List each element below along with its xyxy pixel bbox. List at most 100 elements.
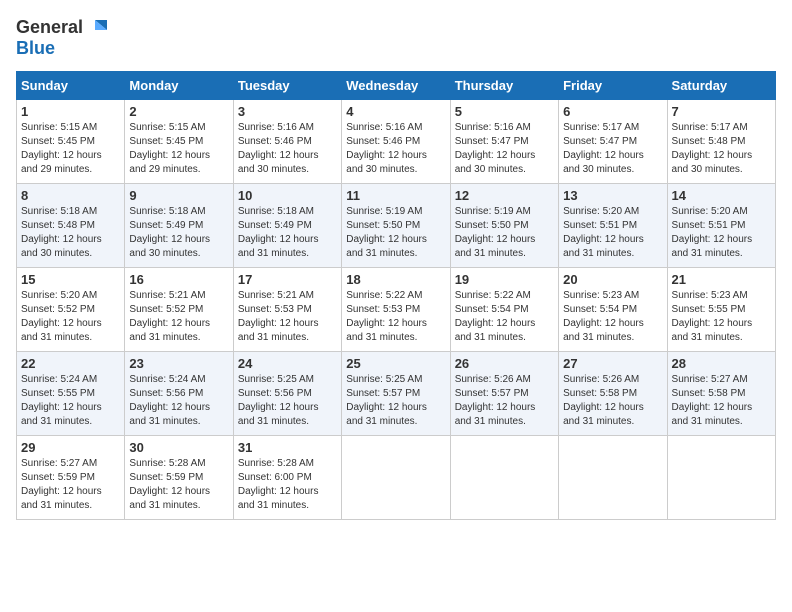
calendar-cell: 24Sunrise: 5:25 AMSunset: 5:56 PMDayligh… [233, 352, 341, 436]
sunset-text: Sunset: 5:45 PM [21, 135, 120, 149]
sunset-text: Sunset: 5:55 PM [672, 303, 771, 317]
cell-text: Sunrise: 5:24 AMSunset: 5:56 PMDaylight:… [129, 373, 228, 429]
sunrise-text: Sunrise: 5:19 AM [346, 205, 445, 219]
cell-text: Sunrise: 5:26 AMSunset: 5:58 PMDaylight:… [563, 373, 662, 429]
sunrise-text: Sunrise: 5:23 AM [563, 289, 662, 303]
day-number: 6 [563, 104, 662, 119]
daylight-text: Daylight: 12 hours and 31 minutes. [238, 233, 337, 261]
calendar-cell: 9Sunrise: 5:18 AMSunset: 5:49 PMDaylight… [125, 184, 233, 268]
calendar-cell: 27Sunrise: 5:26 AMSunset: 5:58 PMDayligh… [559, 352, 667, 436]
sunrise-text: Sunrise: 5:24 AM [21, 373, 120, 387]
cell-text: Sunrise: 5:20 AMSunset: 5:51 PMDaylight:… [563, 205, 662, 261]
sunset-text: Sunset: 5:45 PM [129, 135, 228, 149]
sunrise-text: Sunrise: 5:17 AM [672, 121, 771, 135]
sunset-text: Sunset: 5:49 PM [238, 219, 337, 233]
cell-text: Sunrise: 5:22 AMSunset: 5:54 PMDaylight:… [455, 289, 554, 345]
logo-blue: Blue [16, 38, 55, 59]
header-thursday: Thursday [450, 72, 558, 100]
calendar-cell [559, 436, 667, 520]
day-number: 16 [129, 272, 228, 287]
day-number: 13 [563, 188, 662, 203]
daylight-text: Daylight: 12 hours and 31 minutes. [21, 401, 120, 429]
day-number: 8 [21, 188, 120, 203]
day-number: 28 [672, 356, 771, 371]
sunset-text: Sunset: 5:47 PM [455, 135, 554, 149]
calendar-week-2: 8Sunrise: 5:18 AMSunset: 5:48 PMDaylight… [17, 184, 776, 268]
cell-text: Sunrise: 5:25 AMSunset: 5:57 PMDaylight:… [346, 373, 445, 429]
cell-text: Sunrise: 5:22 AMSunset: 5:53 PMDaylight:… [346, 289, 445, 345]
daylight-text: Daylight: 12 hours and 30 minutes. [346, 149, 445, 177]
calendar-cell: 28Sunrise: 5:27 AMSunset: 5:58 PMDayligh… [667, 352, 775, 436]
sunset-text: Sunset: 5:57 PM [346, 387, 445, 401]
calendar-header-row: SundayMondayTuesdayWednesdayThursdayFrid… [17, 72, 776, 100]
sunrise-text: Sunrise: 5:18 AM [238, 205, 337, 219]
calendar-cell: 20Sunrise: 5:23 AMSunset: 5:54 PMDayligh… [559, 268, 667, 352]
cell-text: Sunrise: 5:28 AMSunset: 5:59 PMDaylight:… [129, 457, 228, 513]
sunrise-text: Sunrise: 5:23 AM [672, 289, 771, 303]
sunrise-text: Sunrise: 5:18 AM [129, 205, 228, 219]
sunset-text: Sunset: 5:55 PM [21, 387, 120, 401]
daylight-text: Daylight: 12 hours and 31 minutes. [21, 317, 120, 345]
calendar-cell [667, 436, 775, 520]
logo: General Blue [16, 16, 107, 59]
daylight-text: Daylight: 12 hours and 29 minutes. [129, 149, 228, 177]
daylight-text: Daylight: 12 hours and 30 minutes. [563, 149, 662, 177]
day-number: 30 [129, 440, 228, 455]
calendar-table: SundayMondayTuesdayWednesdayThursdayFrid… [16, 71, 776, 520]
calendar-cell: 26Sunrise: 5:26 AMSunset: 5:57 PMDayligh… [450, 352, 558, 436]
sunrise-text: Sunrise: 5:16 AM [238, 121, 337, 135]
daylight-text: Daylight: 12 hours and 29 minutes. [21, 149, 120, 177]
daylight-text: Daylight: 12 hours and 31 minutes. [238, 317, 337, 345]
sunset-text: Sunset: 5:54 PM [563, 303, 662, 317]
sunset-text: Sunset: 5:47 PM [563, 135, 662, 149]
day-number: 5 [455, 104, 554, 119]
calendar-cell: 22Sunrise: 5:24 AMSunset: 5:55 PMDayligh… [17, 352, 125, 436]
sunset-text: Sunset: 5:56 PM [129, 387, 228, 401]
calendar-cell: 5Sunrise: 5:16 AMSunset: 5:47 PMDaylight… [450, 100, 558, 184]
day-number: 11 [346, 188, 445, 203]
sunset-text: Sunset: 5:59 PM [21, 471, 120, 485]
calendar-cell [450, 436, 558, 520]
cell-text: Sunrise: 5:21 AMSunset: 5:52 PMDaylight:… [129, 289, 228, 345]
sunrise-text: Sunrise: 5:16 AM [455, 121, 554, 135]
day-number: 1 [21, 104, 120, 119]
cell-text: Sunrise: 5:28 AMSunset: 6:00 PMDaylight:… [238, 457, 337, 513]
daylight-text: Daylight: 12 hours and 31 minutes. [563, 233, 662, 261]
sunrise-text: Sunrise: 5:26 AM [563, 373, 662, 387]
cell-text: Sunrise: 5:18 AMSunset: 5:49 PMDaylight:… [129, 205, 228, 261]
calendar-week-5: 29Sunrise: 5:27 AMSunset: 5:59 PMDayligh… [17, 436, 776, 520]
sunset-text: Sunset: 5:58 PM [563, 387, 662, 401]
calendar-cell: 23Sunrise: 5:24 AMSunset: 5:56 PMDayligh… [125, 352, 233, 436]
calendar-cell: 31Sunrise: 5:28 AMSunset: 6:00 PMDayligh… [233, 436, 341, 520]
sunset-text: Sunset: 5:49 PM [129, 219, 228, 233]
day-number: 18 [346, 272, 445, 287]
calendar-cell: 16 Sunrise: 5:21 AMSunset: 5:52 PMDayligh… [125, 268, 233, 352]
header-sunday: Sunday [17, 72, 125, 100]
header-monday: Monday [125, 72, 233, 100]
calendar-cell: 8Sunrise: 5:18 AMSunset: 5:48 PMDaylight… [17, 184, 125, 268]
day-number: 12 [455, 188, 554, 203]
calendar-week-3: 15Sunrise: 5:20 AMSunset: 5:52 PMDayligh… [17, 268, 776, 352]
sunrise-text: Sunrise: 5:22 AM [346, 289, 445, 303]
sunrise-text: Sunrise: 5:27 AM [21, 457, 120, 471]
sunrise-text: Sunrise: 5:25 AM [346, 373, 445, 387]
cell-text: Sunrise: 5:24 AMSunset: 5:55 PMDaylight:… [21, 373, 120, 429]
sunset-text: Sunset: 5:54 PM [455, 303, 554, 317]
sunrise-text: Sunrise: 5:22 AM [455, 289, 554, 303]
daylight-text: Daylight: 12 hours and 31 minutes. [238, 401, 337, 429]
daylight-text: Daylight: 12 hours and 31 minutes. [672, 401, 771, 429]
sunset-text: Sunset: 5:52 PM [129, 303, 228, 317]
sunset-text: Sunset: 5:59 PM [129, 471, 228, 485]
day-number: 3 [238, 104, 337, 119]
daylight-text: Daylight: 12 hours and 31 minutes. [346, 401, 445, 429]
sunset-text: Sunset: 5:48 PM [672, 135, 771, 149]
daylight-text: Daylight: 12 hours and 30 minutes. [672, 149, 771, 177]
cell-text: Sunrise: 5:16 AMSunset: 5:46 PMDaylight:… [346, 121, 445, 177]
sunrise-text: Sunrise: 5:19 AM [455, 205, 554, 219]
sunset-text: Sunset: 5:48 PM [21, 219, 120, 233]
sunrise-text: Sunrise: 5:18 AM [21, 205, 120, 219]
day-number: 7 [672, 104, 771, 119]
day-number: 14 [672, 188, 771, 203]
daylight-text: Daylight: 12 hours and 31 minutes. [346, 317, 445, 345]
day-number: 4 [346, 104, 445, 119]
